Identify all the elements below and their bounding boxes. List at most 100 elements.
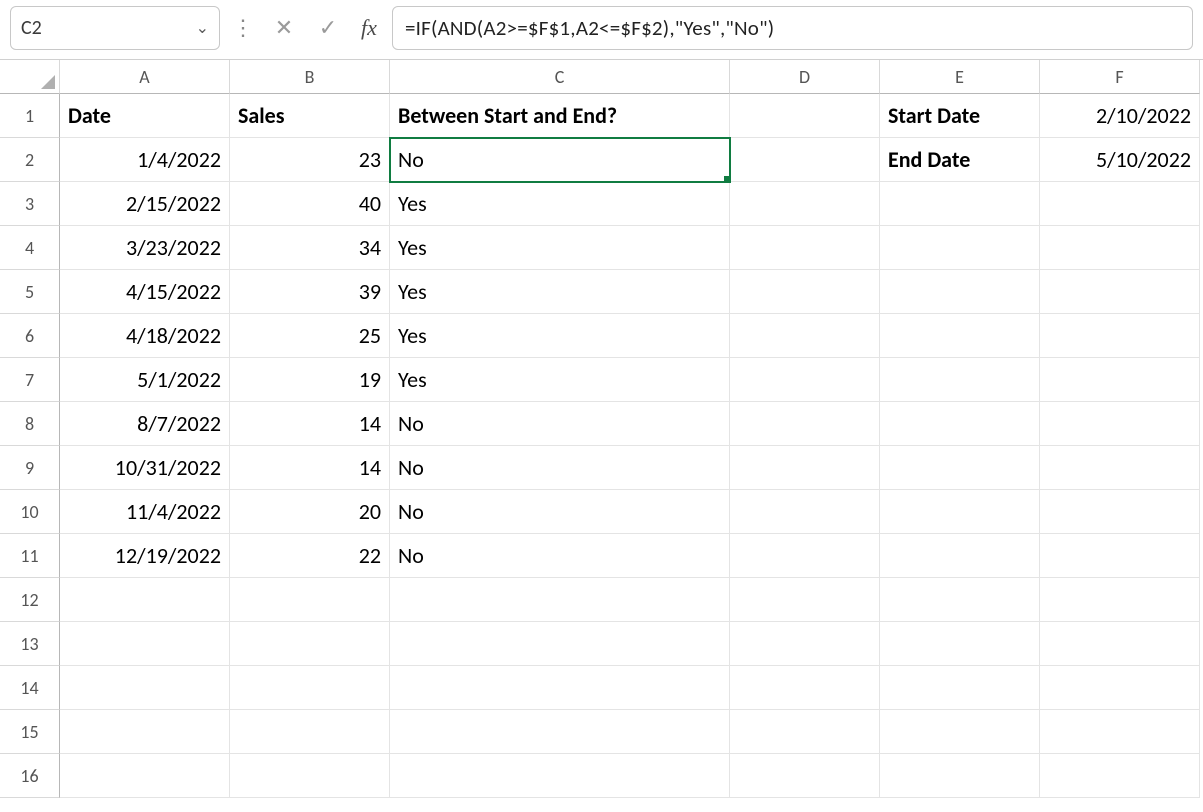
cell-E11[interactable] [880,534,1040,578]
row-header-1[interactable]: 1 [0,94,60,138]
cell-B6[interactable]: 25 [230,314,390,358]
cell-A15[interactable] [60,710,230,754]
enter-formula-button[interactable]: ✓ [310,10,346,46]
cell-E12[interactable] [880,578,1040,622]
cell-D3[interactable] [730,182,880,226]
cell-A2[interactable]: 1/4/2022 [60,138,230,182]
fx-icon[interactable]: fx [354,15,384,41]
cell-A6[interactable]: 4/18/2022 [60,314,230,358]
cell-C3[interactable]: Yes [390,182,730,226]
cell-A5[interactable]: 4/15/2022 [60,270,230,314]
cell-A7[interactable]: 5/1/2022 [60,358,230,402]
cell-E9[interactable] [880,446,1040,490]
column-header-A[interactable]: A [60,60,230,94]
cell-C14[interactable] [390,666,730,710]
cell-D9[interactable] [730,446,880,490]
row-header-9[interactable]: 9 [0,446,60,490]
cell-F9[interactable] [1040,446,1200,490]
cell-F2[interactable]: 5/10/2022 [1040,138,1200,182]
cell-C4[interactable]: Yes [390,226,730,270]
row-header-15[interactable]: 15 [0,710,60,754]
cell-F13[interactable] [1040,622,1200,666]
spreadsheet-grid[interactable]: ABCDEF1DateSalesBetween Start and End?St… [0,60,1203,798]
row-header-6[interactable]: 6 [0,314,60,358]
cell-C7[interactable]: Yes [390,358,730,402]
cell-C13[interactable] [390,622,730,666]
cell-A10[interactable]: 11/4/2022 [60,490,230,534]
cell-B10[interactable]: 20 [230,490,390,534]
cell-E8[interactable] [880,402,1040,446]
row-header-5[interactable]: 5 [0,270,60,314]
row-header-14[interactable]: 14 [0,666,60,710]
cell-B14[interactable] [230,666,390,710]
cell-F3[interactable] [1040,182,1200,226]
row-header-13[interactable]: 13 [0,622,60,666]
cell-F11[interactable] [1040,534,1200,578]
cell-B2[interactable]: 23 [230,138,390,182]
cell-C12[interactable] [390,578,730,622]
cell-E13[interactable] [880,622,1040,666]
cell-B13[interactable] [230,622,390,666]
row-header-16[interactable]: 16 [0,754,60,798]
cell-A3[interactable]: 2/15/2022 [60,182,230,226]
cell-A8[interactable]: 8/7/2022 [60,402,230,446]
cell-F10[interactable] [1040,490,1200,534]
cell-D5[interactable] [730,270,880,314]
cell-C16[interactable] [390,754,730,798]
cell-E10[interactable] [880,490,1040,534]
row-header-11[interactable]: 11 [0,534,60,578]
row-header-4[interactable]: 4 [0,226,60,270]
cell-E14[interactable] [880,666,1040,710]
cell-D16[interactable] [730,754,880,798]
cell-E4[interactable] [880,226,1040,270]
cell-B4[interactable]: 34 [230,226,390,270]
cell-B8[interactable]: 14 [230,402,390,446]
cell-E3[interactable] [880,182,1040,226]
column-header-F[interactable]: F [1040,60,1200,94]
cell-C10[interactable]: No [390,490,730,534]
cell-B11[interactable]: 22 [230,534,390,578]
cell-C1[interactable]: Between Start and End? [390,94,730,138]
cell-D2[interactable] [730,138,880,182]
cell-D10[interactable] [730,490,880,534]
row-header-3[interactable]: 3 [0,182,60,226]
cell-F8[interactable] [1040,402,1200,446]
column-header-C[interactable]: C [390,60,730,94]
cell-E5[interactable] [880,270,1040,314]
cell-F1[interactable]: 2/10/2022 [1040,94,1200,138]
cell-C9[interactable]: No [390,446,730,490]
cell-E16[interactable] [880,754,1040,798]
cell-C15[interactable] [390,710,730,754]
cell-F14[interactable] [1040,666,1200,710]
column-header-E[interactable]: E [880,60,1040,94]
cell-B16[interactable] [230,754,390,798]
cell-D12[interactable] [730,578,880,622]
cell-A4[interactable]: 3/23/2022 [60,226,230,270]
name-box[interactable]: C2 ⌄ [10,6,220,50]
cell-E2[interactable]: End Date [880,138,1040,182]
cell-F6[interactable] [1040,314,1200,358]
cell-C2[interactable]: No [390,138,730,182]
cell-F16[interactable] [1040,754,1200,798]
cell-E6[interactable] [880,314,1040,358]
cell-C6[interactable]: Yes [390,314,730,358]
cell-F4[interactable] [1040,226,1200,270]
row-header-10[interactable]: 10 [0,490,60,534]
cell-A13[interactable] [60,622,230,666]
cell-D7[interactable] [730,358,880,402]
row-header-7[interactable]: 7 [0,358,60,402]
cell-C5[interactable]: Yes [390,270,730,314]
cell-B3[interactable]: 40 [230,182,390,226]
cell-E15[interactable] [880,710,1040,754]
cell-D13[interactable] [730,622,880,666]
cell-B15[interactable] [230,710,390,754]
cell-D14[interactable] [730,666,880,710]
cell-C8[interactable]: No [390,402,730,446]
cell-B5[interactable]: 39 [230,270,390,314]
cell-B9[interactable]: 14 [230,446,390,490]
select-all-corner[interactable] [0,60,60,94]
cell-A16[interactable] [60,754,230,798]
cell-D15[interactable] [730,710,880,754]
cell-A11[interactable]: 12/19/2022 [60,534,230,578]
cell-D8[interactable] [730,402,880,446]
